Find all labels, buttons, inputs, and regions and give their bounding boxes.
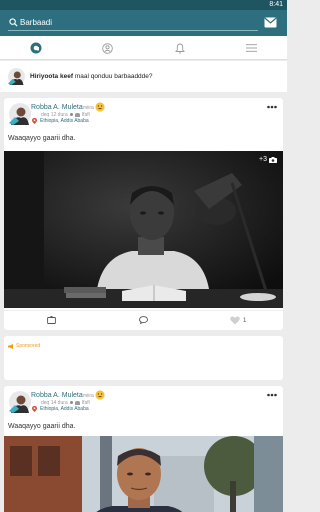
- audience-icon: [74, 112, 80, 117]
- composer-prompt-text: maal qonduu barbaaddde?: [74, 73, 153, 80]
- photo-image: [4, 151, 283, 308]
- feeling-label: miira: [83, 393, 94, 399]
- menu-icon: [246, 44, 257, 52]
- post-composer[interactable]: Hiriyoota keef maal qonduu barbaaddde?: [0, 61, 287, 92]
- status-bar: 8:41: [0, 0, 287, 10]
- photo-image: [4, 436, 283, 512]
- bell-icon: [174, 43, 185, 53]
- sponsored-text: Sponsored: [16, 343, 41, 349]
- smiley-emoji-icon: [95, 102, 105, 112]
- like-count: 1: [243, 318, 247, 324]
- author-name[interactable]: Robba A. Muleta: [31, 104, 83, 111]
- sponsored-card[interactable]: Sponsored: [4, 336, 283, 380]
- meta-separator: [69, 401, 73, 405]
- photo-count-badge: +3: [259, 156, 277, 163]
- location-pin-icon: [32, 406, 37, 412]
- megaphone-icon: [8, 343, 13, 349]
- composer-prompt[interactable]: Hiriyoota keef maal qonduu barbaaddde?: [30, 73, 153, 80]
- audience-icon: [74, 400, 80, 405]
- author-name[interactable]: Robba A. Muleta: [31, 392, 83, 399]
- tab-menu[interactable]: [216, 36, 287, 60]
- post-location[interactable]: Ethiopia, Addis Ababa: [40, 118, 89, 124]
- author-avatar[interactable]: [9, 103, 31, 125]
- app-bar: [0, 10, 287, 36]
- search-input[interactable]: [20, 15, 250, 29]
- search-icon: [9, 18, 18, 27]
- post-text: Waaqayyo gaarii dha.: [8, 423, 76, 430]
- composer-prompt-bold: Hiriyoota keef: [30, 73, 73, 80]
- avatar: [8, 68, 25, 85]
- profile-icon: [102, 42, 113, 54]
- post-photo[interactable]: [4, 436, 283, 512]
- post-card: Robba A. Muleta miira deq 14 dura Ifafi E…: [4, 386, 283, 512]
- post-actions: 1: [4, 310, 283, 330]
- main-tabs: [0, 36, 287, 60]
- heart-icon[interactable]: [230, 316, 240, 325]
- search-bar[interactable]: [8, 14, 258, 31]
- share-icon[interactable]: [47, 316, 56, 324]
- status-time: 8:41: [269, 1, 283, 8]
- more-options-icon[interactable]: [267, 105, 277, 109]
- feeling-label: miira: [83, 105, 94, 111]
- comment-icon[interactable]: [139, 316, 148, 324]
- author-avatar[interactable]: [9, 391, 31, 413]
- tab-profile[interactable]: [72, 36, 143, 60]
- post-location[interactable]: Ethiopia, Addis Ababa: [40, 406, 89, 412]
- post-card: Robba A. Muleta miira deq 12 dura Ifafi E…: [4, 98, 283, 330]
- post-photo[interactable]: +3: [4, 151, 283, 308]
- post-text: Waaqayyo gaarii dha.: [8, 135, 76, 142]
- location-pin-icon: [32, 118, 37, 124]
- tab-home[interactable]: [0, 36, 71, 60]
- home-logo-icon: [30, 42, 41, 54]
- sponsored-label: Sponsored: [8, 343, 40, 349]
- photo-count: +3: [259, 156, 267, 163]
- smiley-emoji-icon: [95, 390, 105, 400]
- more-options-icon[interactable]: [267, 393, 277, 397]
- message-icon[interactable]: [264, 17, 277, 28]
- tab-notifications[interactable]: [144, 36, 215, 60]
- meta-separator: [69, 113, 73, 117]
- camera-icon: [269, 156, 277, 163]
